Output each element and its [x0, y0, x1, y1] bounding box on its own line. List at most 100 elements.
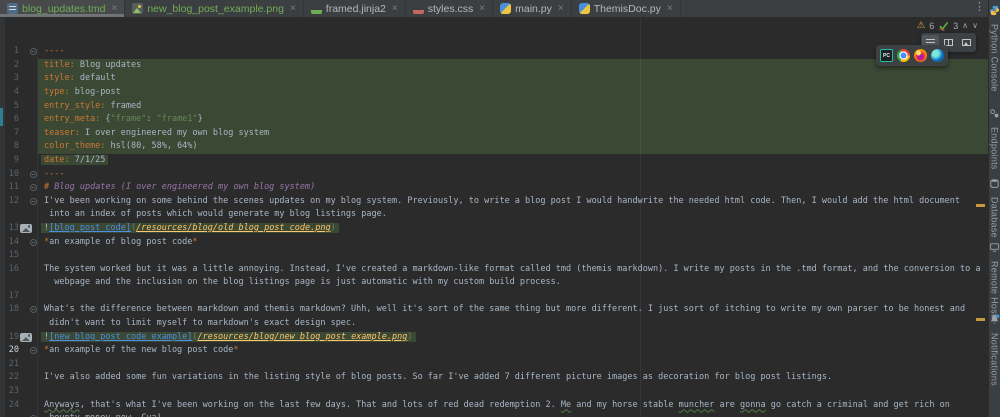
code-text: and my horse stable — [571, 399, 679, 410]
editor-line[interactable]: 10 ---- — [5, 167, 988, 182]
code-text: into an index of posts which would gener… — [44, 209, 387, 220]
typo-icon — [939, 22, 949, 31]
fold-marker-icon[interactable] — [30, 197, 37, 205]
fold-marker-icon[interactable] — [30, 306, 37, 314]
line-number: 17 — [8, 290, 19, 301]
tab-ThemisDoc.py[interactable]: ThemisDoc.py × — [572, 0, 681, 17]
tool-stripe-python-console[interactable]: Python Console — [989, 3, 1000, 92]
tab-label: blog_updates.tmd — [22, 2, 106, 15]
editor-line[interactable]: 16 The system worked but it was a little … — [5, 262, 988, 277]
inspections-widget[interactable]: ⚠ 6 3 ∧ ∨ — [917, 20, 978, 32]
code-text: an example of blog post code — [49, 236, 193, 247]
code-text: Anyways — [44, 399, 80, 410]
editor-line[interactable]: 17 — [5, 289, 988, 304]
tab-framed.jinja2[interactable]: framed.jinja2 × — [304, 0, 406, 17]
editor-line[interactable]: 7 teaser: I over engineered my own blog s… — [5, 126, 988, 141]
editor-line[interactable]: 15 — [5, 249, 988, 263]
gutter: 16 — [5, 263, 37, 277]
editor[interactable]: 1 ---- 2 title: Blog updates 3 style: default… — [5, 18, 988, 417]
code-line: color_theme: hsl(80, 58%, 64%) — [37, 140, 988, 154]
image-preview-gutter-icon[interactable] — [20, 223, 32, 233]
line-number: 5 — [13, 100, 19, 111]
code-text: title: — [44, 59, 75, 70]
tab-close-icon[interactable]: × — [290, 3, 296, 14]
edge-icon[interactable] — [931, 49, 944, 62]
code-line: date: 7/1/25 — [37, 153, 988, 168]
fold-marker-icon[interactable] — [30, 170, 37, 178]
code-line: teaser: I over engineered my own blog sy… — [37, 126, 988, 141]
tab-close-icon[interactable]: × — [392, 3, 398, 14]
gutter: 19 — [5, 331, 37, 345]
editor-line[interactable]: didn't want to limit myself to markdown'… — [5, 317, 988, 331]
tab-options-icon[interactable]: ⋮ — [974, 2, 985, 13]
tab-close-icon[interactable]: × — [111, 3, 117, 14]
markdown-link[interactable]: [blog post code] — [49, 223, 131, 233]
editor-line[interactable]: 8 color_theme: hsl(80, 58%, 64%) — [5, 140, 988, 154]
code-line: didn't want to limit myself to markdown'… — [37, 317, 988, 331]
python-file-icon — [578, 3, 590, 14]
next-problem-button[interactable]: ∨ — [972, 22, 978, 30]
image-path[interactable]: /resources/blog/old_blog_post_code.png — [136, 223, 330, 233]
editor-line[interactable]: 5 entry_style: framed — [5, 99, 988, 114]
tool-stripe-remote-host[interactable]: Remote Host — [989, 240, 1000, 317]
editor-line[interactable]: 19 ![new blog post code example](/resourc… — [5, 330, 988, 345]
code-text: # — [44, 182, 55, 193]
editor-line[interactable]: 11 # Blog updates (I over engineered my o… — [5, 181, 988, 195]
endpoints-icon — [989, 106, 1000, 124]
editor-line[interactable]: 4 type: blog-post — [5, 85, 988, 100]
markdown-link[interactable]: [new blog post code example] — [49, 332, 192, 342]
editor-line[interactable]: 14 *an example of blog post code* — [5, 235, 988, 250]
fold-marker-icon[interactable] — [30, 347, 37, 355]
code-text: Cya — [141, 413, 156, 417]
editor-line[interactable]: 2 title: Blog updates — [5, 58, 988, 73]
code-line: title: Blog updates — [37, 58, 988, 73]
tool-stripe-database[interactable]: Database — [989, 176, 1000, 238]
editor-line[interactable]: webpage and the inclusion on the blog li… — [5, 276, 988, 290]
tab-close-icon[interactable]: × — [667, 3, 673, 14]
tab-new_blog_post_example.png[interactable]: new_blog_post_example.png × — [125, 0, 304, 17]
editor-line[interactable]: 18 What's the difference between markdown… — [5, 303, 988, 318]
line-number: 18 — [8, 304, 19, 315]
editor-line[interactable]: 22 I've also added some fun variations in… — [5, 371, 988, 386]
tool-stripe-endpoints[interactable]: Endpoints — [989, 106, 1000, 170]
code-line: ---- — [37, 45, 988, 59]
fold-marker-icon[interactable] — [30, 184, 37, 192]
code-text: gonna — [740, 399, 766, 410]
tab-styles.css[interactable]: styles.css × — [406, 0, 494, 17]
image-path[interactable]: /resources/blog/new_blog_post_example.pn… — [198, 332, 408, 342]
editor-line[interactable]: 6 entry_meta: {"frame": "frame1"} — [5, 113, 988, 127]
editor-line[interactable]: 23 — [5, 385, 988, 399]
tab-blog_updates.tmd[interactable]: blog_updates.tmd × — [0, 0, 126, 17]
tab-close-icon[interactable]: × — [558, 3, 564, 14]
fold-marker-icon[interactable] — [30, 238, 37, 246]
python-icon — [989, 3, 1000, 21]
code-line: entry_style: framed — [37, 99, 988, 114]
editor-line[interactable]: into an index of posts which would gener… — [5, 208, 988, 222]
editor-line[interactable]: 21 — [5, 357, 988, 372]
code-text: style: — [44, 73, 75, 84]
highlighted-fragment: ![blog post code](/resources/blog/old_bl… — [41, 222, 339, 233]
editor-line[interactable]: 9 date: 7/1/25 — [5, 153, 988, 168]
chrome-icon[interactable] — [897, 49, 910, 62]
pycharm-icon[interactable]: PC — [880, 49, 893, 62]
editor-line[interactable]: 1 ---- — [5, 45, 988, 59]
fold-marker-icon[interactable] — [30, 48, 37, 56]
tab-main.py[interactable]: main.py × — [493, 0, 572, 17]
firefox-icon[interactable] — [914, 49, 927, 62]
editor-line[interactable]: 12 I've been working on some behind the s… — [5, 194, 988, 209]
line-number: 10 — [8, 168, 19, 179]
tool-stripe-notifications[interactable]: Notifications — [989, 312, 1000, 386]
code-text: I over engineered my own blog system — [79, 127, 270, 138]
code-line: What's the difference between markdown a… — [37, 303, 988, 318]
editor-line[interactable]: 20 *an example of the new blog post code* — [5, 344, 988, 358]
tool-stripe-label: Endpoints — [989, 127, 1000, 170]
editor-line[interactable]: 24 Anyways, that's what I've been working… — [5, 398, 988, 413]
editor-line[interactable]: 13 ![blog post code](/resources/blog/old_… — [5, 221, 988, 236]
editor-line[interactable]: bounty money now. Cya! — [5, 412, 988, 417]
tab-close-icon[interactable]: × — [479, 3, 485, 14]
editor-line[interactable]: 3 style: default — [5, 72, 988, 86]
code-text: ) — [407, 331, 413, 342]
image-preview-gutter-icon[interactable] — [20, 332, 32, 342]
previous-problem-button[interactable]: ∧ — [962, 22, 968, 30]
show-preview-only-button[interactable] — [958, 35, 975, 50]
